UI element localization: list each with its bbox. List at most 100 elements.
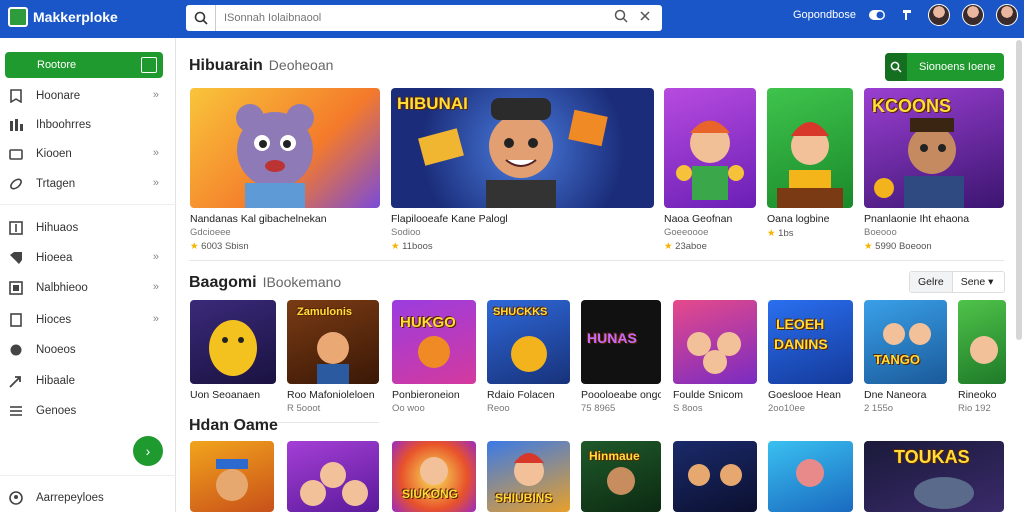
bar-chart-icon — [8, 117, 24, 133]
game-card[interactable]: HUNAS Poooloeabe ongon 75 8965 — [581, 300, 661, 414]
search-icon[interactable] — [186, 5, 216, 31]
section-subtitle: IBookemano — [262, 274, 342, 290]
game-card[interactable] — [673, 441, 757, 512]
game-card[interactable]: HIBUNAI Flapilooeafe Kane Palogl Sodioo … — [391, 88, 654, 252]
sidebar-item[interactable]: Ihboohrres — [8, 115, 163, 135]
game-card[interactable]: Uon Seoanaen — [190, 300, 276, 403]
game-thumbnail[interactable] — [673, 300, 757, 384]
next-button[interactable]: › — [133, 436, 163, 466]
game-thumbnail[interactable] — [768, 441, 853, 512]
game-name: Pnanlaonie Iht ehaona — [864, 213, 970, 225]
game-thumbnail[interactable] — [673, 441, 757, 512]
game-card[interactable]: Zamulonis Roo Mafonioleloen R 5ooot — [287, 300, 379, 414]
game-thumbnail[interactable]: HIBUNAI — [391, 88, 654, 208]
game-card[interactable]: LEOEH DANINS Goeslooe Hean 2oo10ee — [768, 300, 853, 414]
top-link[interactable]: Gopondbose — [793, 9, 856, 21]
game-name: Rdaio Folacen — [487, 389, 555, 401]
game-thumbnail[interactable] — [190, 300, 276, 384]
game-logo-text: KCOONS — [872, 96, 952, 116]
game-thumbnail[interactable]: HUKGO — [392, 300, 476, 384]
game-card[interactable]: KCOONS Pnanlaonie Iht ehaona Boeooo ★ 59… — [864, 88, 1004, 252]
game-meta: S 8oos — [673, 403, 703, 414]
game-thumbnail[interactable] — [767, 88, 853, 208]
game-card[interactable]: Nandanas Kal gibachelnekan Gdcioeee ★ 60… — [190, 88, 380, 252]
sidebar-item[interactable]: Genoes — [8, 401, 163, 421]
game-card[interactable]: HUKGO Ponbieroneion Oo woo — [392, 300, 476, 414]
sort-left[interactable]: Gelre — [910, 272, 953, 292]
game-thumbnail[interactable] — [287, 441, 379, 512]
search-input[interactable] — [216, 12, 614, 24]
sort-right[interactable]: Sene ▾ — [953, 272, 1002, 292]
sidebar-item[interactable]: Nooeos — [8, 340, 163, 360]
game-thumbnail[interactable]: SIUKONG — [392, 441, 476, 512]
game-thumbnail[interactable]: Hinmaue — [581, 441, 661, 512]
game-rating-text: 5990 Boeoon — [875, 241, 932, 252]
game-thumbnail[interactable]: HUNAS — [581, 300, 661, 384]
game-meta: 75 8965 — [581, 403, 616, 414]
game-card[interactable]: Hinmaue — [581, 441, 661, 512]
logo[interactable]: Makkerploke — [8, 7, 118, 27]
game-name: Flapilooeafe Kane Palogl — [391, 213, 508, 225]
game-thumbnail[interactable] — [958, 300, 1006, 384]
game-card[interactable]: SHUCKKS Rdaio Folacen Reoo — [487, 300, 570, 414]
star-icon: ★ — [864, 241, 873, 252]
sidebar-item[interactable]: Hioeea » — [8, 248, 163, 268]
game-thumbnail[interactable]: TOUKAS — [864, 441, 1004, 512]
game-thumbnail[interactable]: LEOEH DANINS — [768, 300, 853, 384]
sidebar-item[interactable]: Hioces » — [8, 310, 163, 330]
sidebar-item[interactable]: Trtagen » — [8, 174, 163, 194]
game-card[interactable]: Naoa Geofnan Goeeoooe ★ 23aboe — [664, 88, 756, 252]
game-card[interactable]: Foulde Snicom S 8oos — [673, 300, 757, 414]
game-thumbnail[interactable] — [664, 88, 756, 208]
game-thumbnail[interactable]: SHIUBINS — [487, 441, 570, 512]
game-thumbnail[interactable]: Zamulonis — [287, 300, 379, 384]
avatar[interactable] — [928, 4, 950, 26]
hero-action-button[interactable]: Sionoens Ioene — [885, 53, 1004, 81]
game-card[interactable]: Rineoko Rio 192 — [958, 300, 1006, 414]
game-rating: ★ 23aboe — [664, 241, 756, 252]
game-card[interactable] — [287, 441, 379, 512]
folder-icon — [8, 146, 24, 162]
toggle-icon[interactable] — [868, 6, 886, 24]
download-icon[interactable] — [898, 6, 916, 24]
game-rating: ★ 1bs — [767, 228, 853, 239]
game-rating: ★ 6003 Sbisn — [190, 241, 380, 252]
sidebar-footer-label: Aarrepeyloes — [36, 492, 104, 504]
sidebar-item-label: Hoonare — [36, 90, 81, 102]
sidebar-primary-button[interactable]: Rootore — [5, 52, 163, 78]
search-submit-icon[interactable] — [614, 9, 628, 28]
checkbox-icon[interactable] — [141, 57, 157, 73]
scrollbar[interactable] — [1016, 40, 1022, 340]
hero-subtitle: Deoheoan — [268, 57, 334, 73]
game-card[interactable] — [190, 441, 274, 512]
sidebar-item[interactable]: Hihuaos — [8, 218, 163, 238]
hero-title: Hibuarain Deoheoan — [189, 57, 333, 75]
game-card[interactable] — [768, 441, 853, 512]
game-thumbnail[interactable] — [190, 441, 274, 512]
sidebar-footer-item[interactable]: Aarrepeyloes — [8, 488, 163, 508]
section-title-text: Hdan Oame — [189, 417, 278, 434]
clear-icon[interactable] — [638, 9, 652, 28]
sidebar-item[interactable]: Hibaale — [8, 371, 163, 391]
avatar[interactable] — [996, 4, 1018, 26]
link-icon — [8, 176, 24, 192]
avatar[interactable] — [962, 4, 984, 26]
sidebar-item[interactable]: Nalbhieoo » — [8, 278, 163, 298]
sort-control[interactable]: Gelre Sene ▾ — [909, 271, 1005, 293]
game-thumbnail[interactable]: TANGO — [864, 300, 947, 384]
game-thumbnail[interactable]: KCOONS — [864, 88, 1004, 208]
game-thumbnail[interactable] — [190, 88, 380, 208]
game-card[interactable]: TOUKAS — [864, 441, 1004, 512]
game-card[interactable]: SIUKONG — [392, 441, 476, 512]
game-name: Dne Naneora — [864, 389, 927, 401]
sidebar-item[interactable]: Hoonare » — [8, 86, 163, 106]
logo-text: Makkerploke — [33, 9, 118, 25]
game-card[interactable]: Oana logbine ★ 1bs — [767, 88, 853, 239]
game-thumbnail[interactable]: SHUCKKS — [487, 300, 570, 384]
section-title-text: Baagomi — [189, 274, 257, 291]
sidebar-item[interactable]: Kiooen » — [8, 144, 163, 164]
game-card[interactable]: SHIUBINS — [487, 441, 570, 512]
game-card[interactable]: TANGO Dne Naneora 2 155o — [864, 300, 947, 414]
section-title: Hdan Oame — [189, 417, 278, 435]
chevron-right-icon: » — [152, 177, 159, 189]
